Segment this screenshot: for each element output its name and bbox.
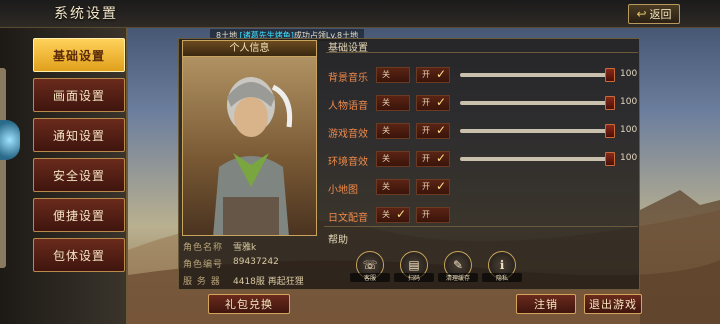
toggle-on[interactable]: 开 ✓ — [416, 67, 450, 83]
toggle-on[interactable]: 开 — [416, 207, 450, 223]
slider-knob[interactable] — [605, 68, 615, 82]
setting-label: 背景音乐 — [328, 73, 368, 84]
role-id-row: 角色编号 89437242 — [183, 257, 279, 270]
volume-slider[interactable] — [460, 124, 615, 138]
profile-title: 个人信息 — [183, 41, 316, 57]
logout-button[interactable]: 注销 — [516, 294, 576, 314]
help-section: 帮助 ☏ 客服 ▤ 扫码 ✎ 清理缓存 ℹ 隐私 — [324, 226, 638, 288]
help-label: 隐私 — [482, 273, 522, 282]
role-id-value: 89437242 — [233, 257, 279, 267]
sidebar-item-graphics[interactable]: 画面设置 — [33, 78, 125, 112]
volume-slider[interactable] — [460, 152, 615, 166]
toggle-on[interactable]: 开 ✓ — [416, 179, 450, 195]
character-image — [213, 77, 293, 235]
help-label: 清理缓存 — [438, 273, 478, 282]
volume-value: 100 — [620, 125, 638, 135]
check-icon: ✓ — [435, 67, 446, 81]
setting-label: 人物语音 — [328, 101, 368, 112]
sidebar-item-notification[interactable]: 通知设置 — [33, 118, 125, 152]
section-divider — [326, 52, 638, 53]
back-button[interactable]: ↩ 返回 — [628, 4, 680, 24]
setting-label: 小地图 — [328, 185, 358, 196]
volume-slider[interactable] — [460, 96, 615, 110]
back-arrow-icon: ↩ — [636, 7, 647, 21]
server-label: 服 务 器 — [183, 277, 221, 287]
sidebar-item-security[interactable]: 安全设置 — [33, 158, 125, 192]
toggle-on[interactable]: 开 ✓ — [416, 123, 450, 139]
toggle-off[interactable]: 关 — [376, 179, 410, 195]
server-value: 4418服 再起狂狸 — [233, 277, 304, 287]
character-portrait: 个人信息 — [182, 40, 317, 236]
role-name-value: 雪雅k — [233, 243, 257, 253]
help-label: 客服 — [350, 273, 390, 282]
toggle-on[interactable]: 开 ✓ — [416, 95, 450, 111]
toggle-off[interactable]: 关 ✓ — [376, 207, 410, 223]
slider-knob[interactable] — [605, 152, 615, 166]
sidebar-item-package[interactable]: 包体设置 — [33, 238, 125, 272]
volume-value: 100 — [620, 97, 638, 107]
toggle-on[interactable]: 开 ✓ — [416, 151, 450, 167]
sidebar-edge — [0, 68, 6, 268]
role-name-row: 角色名称 雪雅k — [183, 240, 256, 253]
page-title: 系统设置 — [54, 6, 118, 22]
setting-label: 环境音效 — [328, 157, 368, 168]
help-title: 帮助 — [328, 235, 348, 246]
toggle-off[interactable]: 关 — [376, 95, 410, 111]
volume-value: 100 — [620, 153, 638, 163]
sidebar-item-basic[interactable]: 基础设置 — [33, 38, 125, 72]
setting-label: 日文配音 — [328, 213, 368, 224]
back-label: 返回 — [649, 8, 672, 21]
sidebar-item-convenience[interactable]: 便捷设置 — [33, 198, 125, 232]
check-icon: ✓ — [395, 207, 406, 221]
top-bar: 系统设置 ↩ 返回 — [0, 0, 720, 28]
check-icon: ✓ — [435, 95, 446, 109]
toggle-off[interactable]: 关 — [376, 67, 410, 83]
exit-game-button[interactable]: 退出游戏 — [584, 294, 642, 314]
check-icon: ✓ — [435, 123, 446, 137]
help-label: 扫码 — [394, 273, 434, 282]
toggle-off[interactable]: 关 — [376, 151, 410, 167]
slider-knob[interactable] — [605, 96, 615, 110]
setting-label: 游戏音效 — [328, 129, 368, 140]
gift-redeem-button[interactable]: 礼包兑换 — [208, 294, 290, 314]
volume-value: 100 — [620, 69, 638, 79]
role-id-label: 角色编号 — [183, 260, 224, 270]
role-name-label: 角色名称 — [183, 243, 224, 253]
server-row: 服 务 器 4418服 再起狂狸 — [183, 274, 304, 287]
check-icon: ✓ — [435, 179, 446, 193]
volume-slider[interactable] — [460, 68, 615, 82]
toggle-off[interactable]: 关 — [376, 123, 410, 139]
settings-sidebar: 基础设置 画面设置 通知设置 安全设置 便捷设置 包体设置 — [0, 28, 128, 324]
slider-knob[interactable] — [605, 124, 615, 138]
floating-orb-icon[interactable] — [0, 120, 20, 160]
check-icon: ✓ — [435, 151, 446, 165]
